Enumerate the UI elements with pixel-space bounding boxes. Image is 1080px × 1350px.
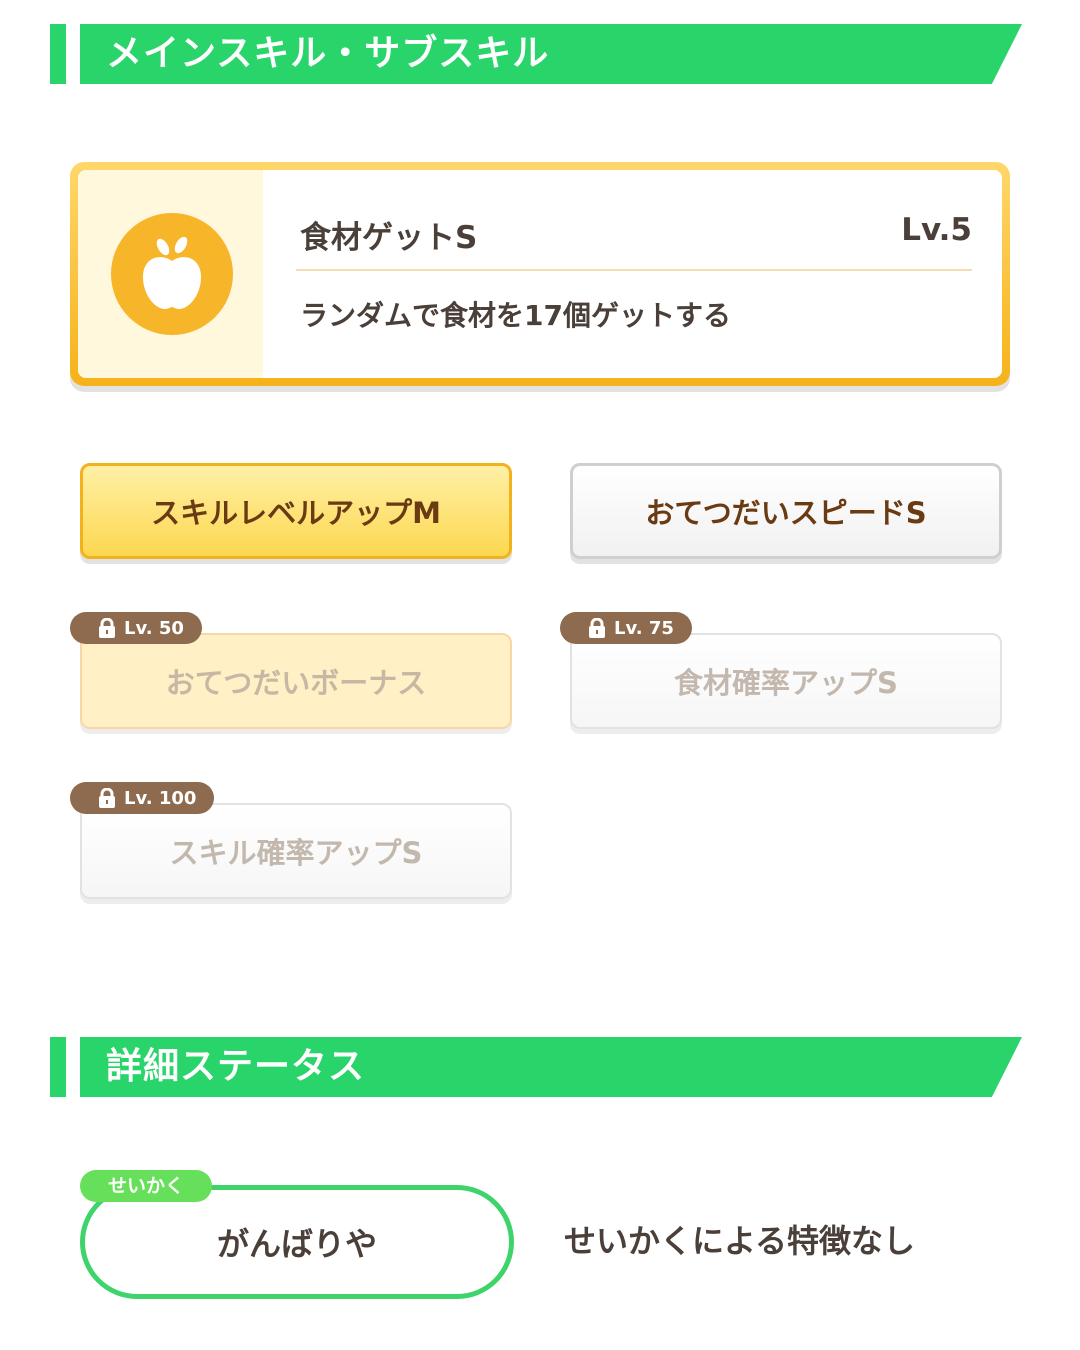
status-section-header: 詳細ステータス [0,1037,1080,1097]
sub-skill-5-unlock-level: Lv. 100 [124,787,197,809]
main-skill-icon-badge [111,213,233,335]
sub-skill-3-button[interactable]: おてつだいボーナス [80,633,512,729]
status-section-title: 詳細ステータス [106,1046,366,1087]
main-skill-card[interactable]: 食材ゲットS Lv.5 ランダムで食材を17個ゲットする [70,162,1010,386]
nature-value: がんばりや [216,1225,377,1263]
lock-icon [98,788,116,808]
main-skill-icon-pane [78,170,263,378]
lock-icon [588,618,606,638]
main-skill-name: 食材ゲットS [300,220,478,256]
sub-skill-1-label: スキルレベルアップM [151,496,441,530]
sub-skill-2-label: おてつだいスピードS [645,496,927,530]
nature-value-box[interactable]: がんばりや [80,1185,514,1299]
main-skill-level: Lv.5 [901,212,972,248]
main-skill-divider [296,269,972,271]
nature-effect: せいかくによる特徴なし [564,1222,916,1260]
sub-skill-4-lock-tag: Lv. 75 [560,612,692,644]
apple-icon [143,237,201,309]
header-accent-bar [50,1037,66,1097]
main-skill-description: ランダムで食材を17個ゲットする [300,299,731,332]
sub-skill-3-label: おてつだいボーナス [165,666,427,700]
skills-section-title: メインスキル・サブスキル [106,33,550,74]
nature-tag: せいかく [80,1170,213,1202]
skills-section-header: メインスキル・サブスキル [0,24,1080,84]
sub-skill-5-button[interactable]: スキル確率アップS [80,803,512,899]
sub-skill-3-unlock-level: Lv. 50 [124,617,184,639]
sub-skill-1-button[interactable]: スキルレベルアップM [80,463,512,559]
sub-skill-4-button[interactable]: 食材確率アップS [570,633,1002,729]
lock-icon [98,618,116,638]
sub-skill-4-unlock-level: Lv. 75 [614,617,674,639]
header-accent-bar [50,24,66,84]
sub-skill-5-lock-tag: Lv. 100 [70,782,215,814]
sub-skill-2-button[interactable]: おてつだいスピードS [570,463,1002,559]
sub-skill-3-lock-tag: Lv. 50 [70,612,202,644]
sub-skill-5-label: スキル確率アップS [169,836,423,870]
sub-skill-4-label: 食材確率アップS [674,666,898,700]
